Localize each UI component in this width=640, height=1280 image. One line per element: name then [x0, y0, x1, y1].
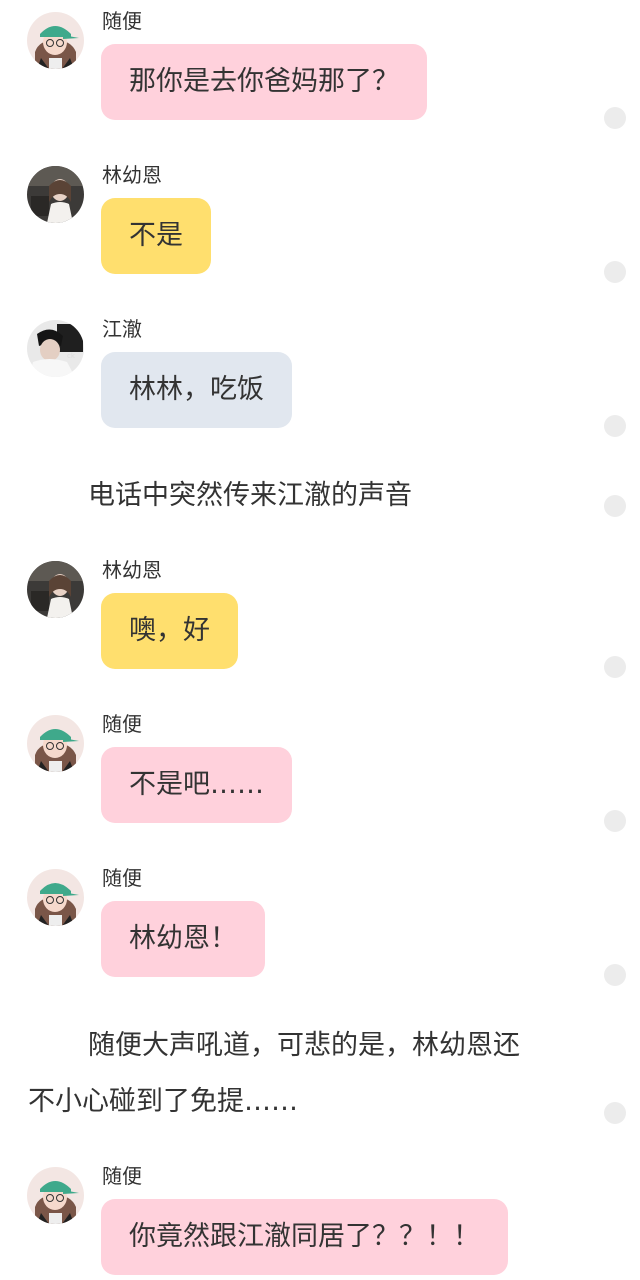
chat-bubble: 林幼恩！: [101, 901, 265, 977]
narration-text: 电话中突然传来江澈的声音: [88, 480, 412, 511]
speaker-name: 随便: [102, 866, 142, 890]
speaker-name: 林幼恩: [102, 163, 162, 187]
chat-bubble: 林林，吃饭: [101, 352, 292, 428]
chat-bubble: 你竟然跟江澈同居了？？！！: [101, 1199, 508, 1275]
comment-dot-icon[interactable]: [604, 261, 626, 283]
girl-green-cap-avatar-icon: [27, 12, 84, 69]
comment-dot-icon[interactable]: [604, 495, 626, 517]
chat-bubble: 不是: [101, 198, 211, 274]
avatar[interactable]: [27, 1167, 84, 1224]
narration-text-line-2: 不小心碰到了免提……: [28, 1086, 298, 1117]
girl-green-cap-avatar-icon: [27, 715, 84, 772]
girl-dark-photo-avatar-icon: [27, 561, 84, 618]
speaker-name: 林幼恩: [102, 558, 162, 582]
chat-bubble: 噢，好: [101, 593, 238, 669]
avatar[interactable]: [27, 869, 84, 926]
comment-dot-icon[interactable]: [604, 107, 626, 129]
avatar[interactable]: [27, 561, 84, 618]
comment-dot-icon[interactable]: [604, 964, 626, 986]
avatar[interactable]: [27, 12, 84, 69]
narration-text-line-1: 随便大声吼道，可悲的是，林幼恩还: [88, 1030, 520, 1061]
avatar[interactable]: [27, 320, 84, 377]
girl-dark-photo-avatar-icon: [27, 166, 84, 223]
comment-dot-icon[interactable]: [604, 1102, 626, 1124]
speaker-name: 随便: [102, 1164, 142, 1188]
boy-dark-photo-avatar-icon: [27, 320, 84, 377]
chat-bubble: 那你是去你爸妈那了？: [101, 44, 427, 120]
speaker-name: 江澈: [102, 317, 142, 341]
speaker-name: 随便: [102, 9, 142, 33]
speaker-name: 随便: [102, 712, 142, 736]
comment-dot-icon[interactable]: [604, 415, 626, 437]
avatar[interactable]: [27, 715, 84, 772]
comment-dot-icon[interactable]: [604, 656, 626, 678]
comment-dot-icon[interactable]: [604, 810, 626, 832]
girl-green-cap-avatar-icon: [27, 869, 84, 926]
avatar[interactable]: [27, 166, 84, 223]
girl-green-cap-avatar-icon: [27, 1167, 84, 1224]
chat-bubble: 不是吧……: [101, 747, 292, 823]
